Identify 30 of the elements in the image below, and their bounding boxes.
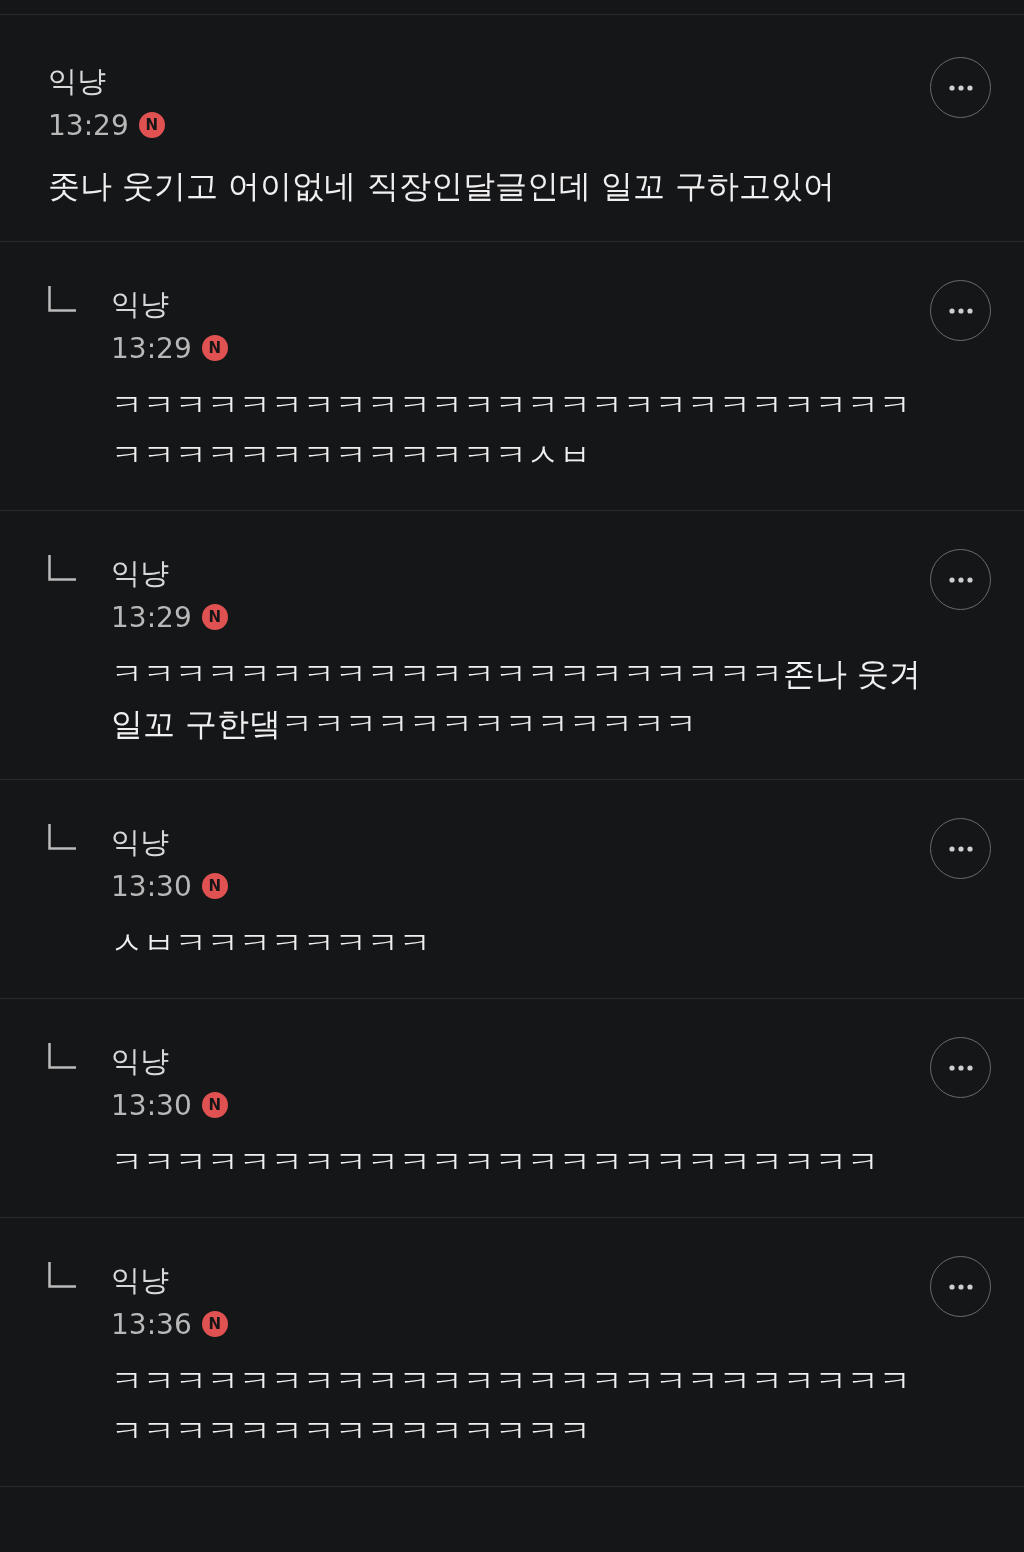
more-icon [948, 84, 973, 91]
new-badge: N [201, 873, 228, 899]
comment-text: ㅋㅋㅋㅋㅋㅋㅋㅋㅋㅋㅋㅋㅋㅋㅋㅋㅋㅋㅋㅋㅋㅋㅋㅋ [111, 1142, 880, 1183]
author-name: 익냥 [111, 1043, 170, 1080]
author-name: 익냥 [111, 1262, 170, 1299]
author-name: 익냥 [111, 824, 170, 861]
new-badge: N [201, 1092, 228, 1118]
author-name: 익냥 [111, 286, 170, 323]
comment-time: 13:29 [111, 600, 192, 634]
comment-text: ㅋㅋㅋㅋㅋㅋㅋㅋㅋㅋㅋㅋㅋㅋㅋㅋㅋㅋㅋㅋㅋㅋㅋㅋㅋㅋㅋㅋㅋㅋㅋㅋㅋㅋㅋㅋㅋㅋㅅㅂ [111, 385, 912, 476]
author-name: 익냥 [48, 63, 107, 100]
more-icon [948, 576, 973, 583]
author-name: 익냥 [111, 555, 170, 592]
comment-time: 13:30 [111, 1088, 192, 1122]
comment-text: ㅋㅋㅋㅋㅋㅋㅋㅋㅋㅋㅋㅋㅋㅋㅋㅋㅋㅋㅋㅋㅋ존나 웃겨 일꼬 구한댘ㅋㅋㅋㅋㅋㅋㅋㅋㅋㅋㅋㅋㅋ [111, 654, 922, 745]
comment-text: 좃나 웃기고 어이없네 직장인달글인데 일꼬 구하고있어 [48, 166, 836, 207]
comment-text: ㅅㅂㅋㅋㅋㅋㅋㅋㅋㅋ [111, 923, 432, 964]
comment-time: 13:29 [111, 331, 192, 365]
new-badge: N [138, 112, 165, 138]
comment-text: ㅋㅋㅋㅋㅋㅋㅋㅋㅋㅋㅋㅋㅋㅋㅋㅋㅋㅋㅋㅋㅋㅋㅋㅋㅋㅋㅋㅋㅋㅋㅋㅋㅋㅋㅋㅋㅋㅋㅋㅋ [111, 1361, 912, 1452]
more-icon [948, 1283, 973, 1290]
more-icon [948, 845, 973, 852]
new-badge: N [201, 335, 228, 361]
new-badge: N [201, 604, 228, 630]
comment-time: 13:30 [111, 869, 192, 903]
more-icon [948, 307, 973, 314]
comment-time: 13:36 [111, 1307, 192, 1341]
comment-time: 13:29 [48, 108, 129, 142]
more-icon [948, 1064, 973, 1071]
new-badge: N [201, 1311, 228, 1337]
